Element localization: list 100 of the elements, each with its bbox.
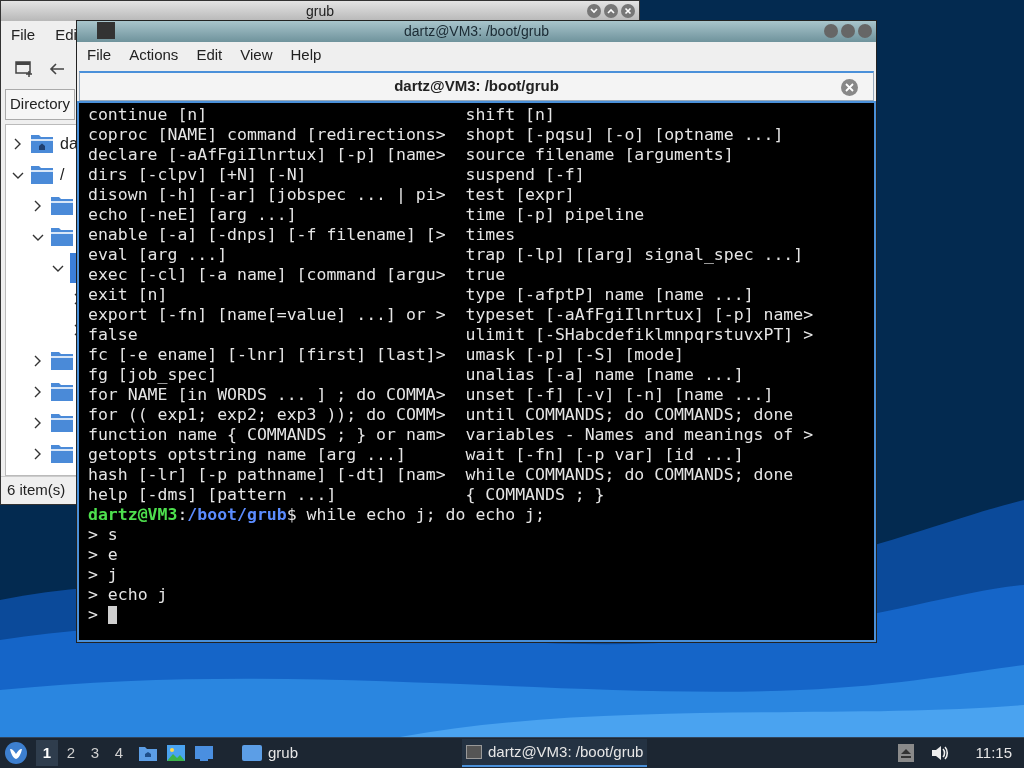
close-icon[interactable] (841, 79, 858, 96)
terminal-text: eval [arg ...] (88, 245, 229, 265)
tree-item-label[interactable]: / (60, 163, 65, 187)
terminal-text: times (465, 225, 516, 245)
prompt-symbol: $ (286, 505, 297, 525)
minimize-icon[interactable] (587, 4, 601, 18)
terminal-text: type [-afptP] name [name ...] (465, 285, 754, 305)
window-title: grub (306, 1, 334, 21)
volume-icon[interactable] (929, 744, 950, 762)
folder-icon (50, 444, 74, 464)
terminal-text: coproc [NAME] command [redirections> (88, 125, 447, 145)
terminal-text: suspend [-f] (465, 165, 585, 185)
terminal-text: echo j (107, 585, 168, 605)
eject-icon[interactable] (897, 744, 914, 762)
image-icon[interactable] (166, 744, 186, 762)
terminal-text: help [-dms] [pattern ...] (88, 485, 338, 505)
terminal-text: { COMMANDS ; } (465, 485, 605, 505)
workspace-button[interactable]: 2 (60, 740, 82, 766)
terminal-text: ulimit [-SHabcdefiklmnpqrstuvxPT] > (465, 325, 814, 345)
terminal-text: exec [-cl] [-a name] [command [argu> (88, 265, 447, 285)
folder-icon (242, 745, 262, 761)
terminal-text: continue [n] (88, 105, 209, 125)
continuation-prompt: > (88, 565, 98, 585)
prompt-path: /boot/grub (187, 505, 287, 525)
folder-icon (30, 165, 54, 185)
terminal-text: source filename [arguments] (465, 145, 734, 165)
workspace-button[interactable]: 4 (108, 740, 130, 766)
terminal-icon (466, 745, 483, 759)
terminal-text: time [-p] pipeline (465, 205, 645, 225)
maximize-icon[interactable] (604, 4, 618, 18)
close-icon[interactable] (621, 4, 635, 18)
menu-item[interactable]: Help (290, 44, 322, 67)
folder-icon (50, 413, 74, 433)
terminal-text: j (107, 565, 118, 585)
menu-item[interactable]: File (11, 23, 36, 47)
continuation-prompt: > (88, 525, 98, 545)
menu-item[interactable]: Edi (55, 23, 77, 47)
taskbar-task[interactable]: dartz@VM3: /boot/grub (462, 739, 648, 767)
terminal-text: export [-fn] [name[=value] ...] or > (88, 305, 447, 325)
terminal-text: for (( exp1; exp2; exp3 )); do COMM> (88, 405, 447, 425)
back-icon[interactable] (49, 62, 65, 76)
terminal-text: true (465, 265, 506, 285)
terminal-text: unalias [-a] name [name ...] (465, 365, 744, 385)
terminal-text: wait [-fn] [-p var] [id ...] (465, 445, 744, 465)
terminal-text: fc [-e ename] [-lnr] [first] [last]> (88, 345, 447, 365)
window-title: dartz@VM3: /boot/grub (404, 22, 549, 41)
menu-item[interactable]: Edit (196, 44, 223, 67)
terminal-text: for NAME [in WORDS ... ] ; do COMMA> (88, 385, 447, 405)
terminal-text: declare [-aAfFgiIlnrtux] [-p] [name> (88, 145, 447, 165)
terminal-text: s (107, 525, 118, 545)
folder-icon (50, 351, 74, 371)
minimize-icon[interactable] (824, 24, 838, 38)
continuation-prompt: > (88, 585, 98, 605)
terminal-text: function name { COMMANDS ; } or nam> (88, 425, 447, 445)
terminal-text: enable [-a] [-dnps] [-f filename] [> (88, 225, 447, 245)
clock: 11:15 (975, 742, 1012, 763)
terminal-text: typeset [-aAfFgiIlnrtux] [-p] name> (465, 305, 814, 325)
terminal-text: variables - Names and meanings of > (465, 425, 814, 445)
maximize-icon[interactable] (841, 24, 855, 38)
workspace-button[interactable]: 1 (36, 740, 58, 766)
terminal-text: getopts optstring name [arg ...] (88, 445, 407, 465)
terminal-text: exit [n] (88, 285, 169, 305)
terminal-text: false (88, 325, 139, 345)
terminal-text: trap [-lp] [[arg] signal_spec ...] (465, 245, 804, 265)
home-folder-icon[interactable] (138, 744, 158, 762)
terminal-text: fg [job_spec] (88, 365, 219, 385)
terminal-text: hash [-lr] [-p pathname] [-dt] [nam> (88, 465, 447, 485)
directory-tab[interactable]: Directory (5, 89, 75, 120)
close-icon[interactable] (858, 24, 872, 38)
folder-icon (50, 196, 74, 216)
terminal-text: e (107, 545, 118, 565)
terminal-text: shift [n] (465, 105, 555, 125)
terminal-text: umask [-p] [-S] [mode] (465, 345, 685, 365)
terminal-text: test [expr] (465, 185, 575, 205)
continuation-prompt: > (88, 605, 98, 625)
folder-icon (50, 227, 74, 247)
taskbar-task[interactable]: grub (238, 739, 303, 767)
folder-icon (50, 382, 74, 402)
terminal-icon (97, 22, 115, 39)
terminal-text: unset [-f] [-v] [-n] [name ...] (465, 385, 774, 405)
terminal-text: disown [-h] [-ar] [jobspec ... | pi> (88, 185, 447, 205)
continuation-prompt: > (88, 545, 98, 565)
text-cursor (107, 606, 117, 624)
terminal-text: dirs [-clpv] [+N] [-N] (88, 165, 308, 185)
terminal-text: until COMMANDS; do COMMANDS; done (465, 405, 794, 425)
prompt-separator: : (177, 505, 188, 525)
terminal-text: echo [-neE] [arg ...] (88, 205, 298, 225)
terminal-tab[interactable]: dartz@VM3: /boot/grub (79, 71, 874, 101)
menu-item[interactable]: View (240, 44, 273, 67)
app-menu-icon[interactable] (4, 741, 28, 765)
menu-item[interactable]: File (87, 44, 112, 67)
menu-item[interactable]: Actions (129, 44, 179, 67)
terminal-command: while echo j; do echo j; (306, 505, 545, 525)
new-tab-icon[interactable] (15, 61, 33, 77)
home-folder-icon (30, 134, 54, 154)
prompt-user-host: dartz@VM3 (88, 505, 178, 525)
terminal-text: while COMMANDS; do COMMANDS; done (465, 465, 794, 485)
terminal-text: shopt [-pqsu] [-o] [optname ...] (465, 125, 784, 145)
workspace-button[interactable]: 3 (84, 740, 106, 766)
desktop-icon[interactable] (194, 744, 214, 762)
